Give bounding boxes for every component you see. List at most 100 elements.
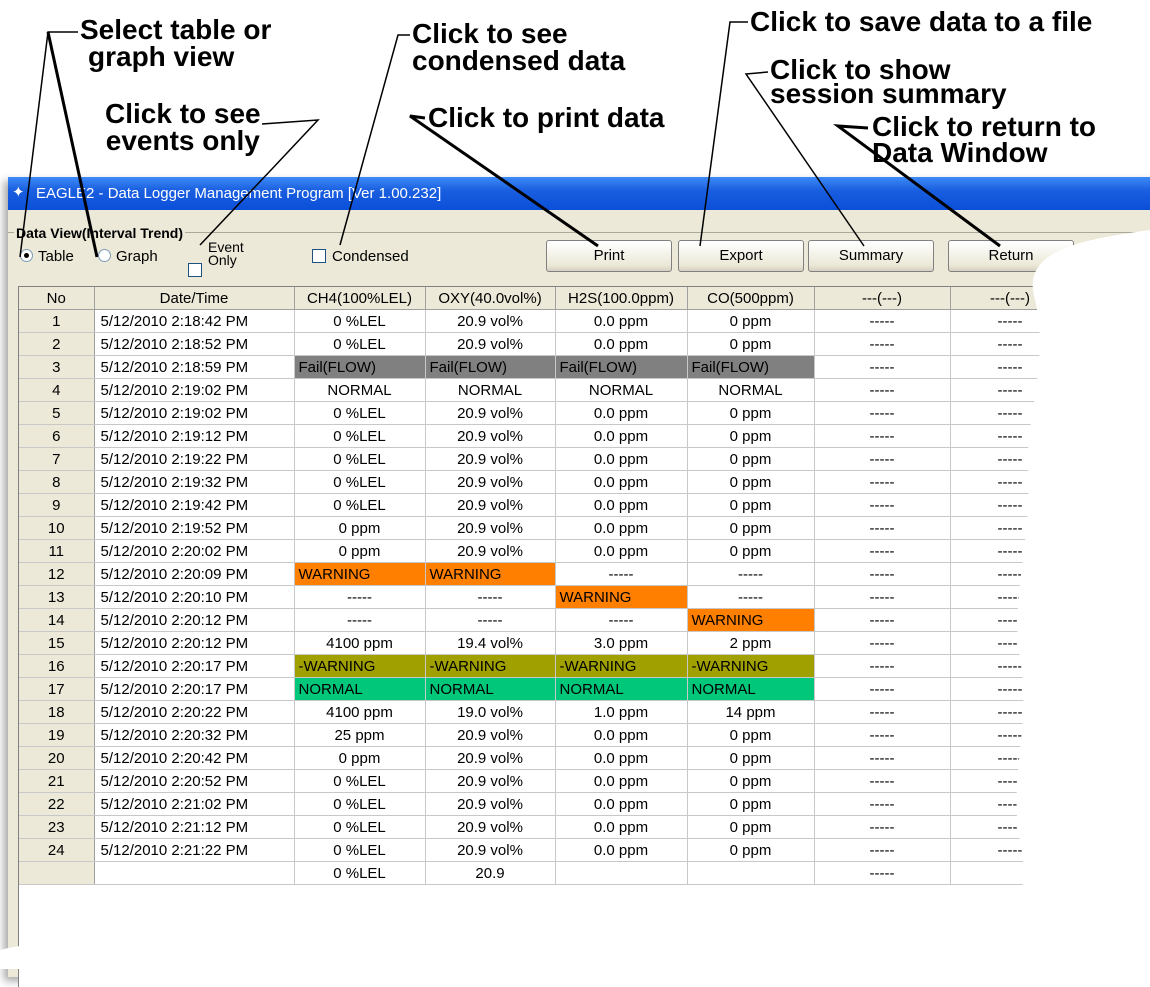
reading-cell: 0 %LEL	[294, 424, 426, 448]
table-row[interactable]: 16 5/12/2010 2:20:17 PM -WARNING -WARNING -W…	[19, 654, 1071, 678]
table-row[interactable]: 11 5/12/2010 2:20:02 PM 0 ppm 20.9 vol% 0.0 …	[19, 539, 1071, 563]
reading-cell: -----	[814, 746, 951, 770]
row-number-cell: 15	[19, 631, 95, 655]
reading-cell: 20.9 vol%	[425, 815, 556, 839]
reading-cell: 20.9 vol%	[425, 746, 556, 770]
callout-print: Click to print data	[428, 102, 665, 133]
reading-cell: -----	[425, 608, 556, 632]
print-button[interactable]: Print	[546, 240, 672, 272]
reading-cell: -----	[814, 815, 951, 839]
reading-cell: 0 %LEL	[294, 769, 426, 793]
reading-cell: 4100 ppm	[294, 700, 426, 724]
table-row[interactable]: 22 5/12/2010 2:21:02 PM 0 %LEL 20.9 vol% 0.0…	[19, 792, 1071, 816]
column-header[interactable]: ---(---)	[950, 287, 1071, 310]
column-header[interactable]: CH4(100%LEL)	[294, 287, 426, 310]
table-row[interactable]: 2 5/12/2010 2:18:52 PM 0 %LEL 20.9 vol% 0.0 …	[19, 332, 1071, 356]
reading-cell: -----	[814, 355, 951, 379]
callout-line: Click to save data to a file	[750, 6, 1093, 37]
condensed-checkbox[interactable]: Condensed	[312, 248, 409, 265]
table-row[interactable]: 23 5/12/2010 2:21:12 PM 0 %LEL 20.9 vol% 0.0…	[19, 815, 1071, 839]
table-radio[interactable]: Table	[20, 248, 74, 265]
callout-line: Click to print data	[428, 102, 665, 133]
event-only-checkbox[interactable]: Event Only	[188, 240, 244, 277]
reading-cell: 20.9 vol%	[425, 470, 556, 494]
table-row[interactable]: 7 5/12/2010 2:19:22 PM 0 %LEL 20.9 vol% 0.0 …	[19, 447, 1071, 471]
datetime-cell: 5/12/2010 2:21:02 PM	[94, 792, 295, 816]
title-bar[interactable]: ✦ EAGLE2 - Data Logger Management Progra…	[8, 177, 1150, 210]
callout-line: session summary	[770, 78, 1007, 109]
reading-cell	[687, 861, 815, 885]
reading-cell: 0 %LEL	[294, 792, 426, 816]
reading-cell: 0 ppm	[687, 493, 815, 517]
row-number-cell: 3	[19, 355, 95, 379]
reading-cell: 20.9 vol%	[425, 447, 556, 471]
callout-line: condensed data	[412, 45, 626, 76]
table-row[interactable]: 5 5/12/2010 2:19:02 PM 0 %LEL 20.9 vol% 0.0 …	[19, 401, 1071, 425]
reading-cell: 0 %LEL	[294, 470, 426, 494]
reading-cell: -----	[814, 539, 951, 563]
return-button[interactable]: Return	[948, 240, 1074, 272]
table-row[interactable]: 20 5/12/2010 2:20:42 PM 0 ppm 20.9 vol% 0.0 …	[19, 746, 1071, 770]
reading-cell: -----	[950, 838, 1071, 862]
reading-cell: 20.9 vol%	[425, 424, 556, 448]
table-row[interactable]: 14 5/12/2010 2:20:12 PM ----- ----- ----- WAR…	[19, 608, 1071, 632]
row-number-cell: 2	[19, 332, 95, 356]
summary-button[interactable]: Summary	[808, 240, 934, 272]
reading-cell: -----	[294, 608, 426, 632]
datetime-cell: 5/12/2010 2:20:22 PM	[94, 700, 295, 724]
table-row[interactable]: 8 5/12/2010 2:19:32 PM 0 %LEL 20.9 vol% 0.0 …	[19, 470, 1071, 494]
reading-cell: -----	[950, 608, 1071, 632]
reading-cell: 0 ppm	[687, 746, 815, 770]
reading-cell: 20.9 vol%	[425, 723, 556, 747]
reading-cell: -----	[814, 401, 951, 425]
table-row[interactable]: 15 5/12/2010 2:20:12 PM 4100 ppm 19.4 vol% 3…	[19, 631, 1071, 655]
reading-cell: 0 %LEL	[294, 493, 426, 517]
column-header[interactable]: No	[19, 287, 95, 310]
table-row[interactable]: 9 5/12/2010 2:19:42 PM 0 %LEL 20.9 vol% 0.0 …	[19, 493, 1071, 517]
callout-line: Data Window	[872, 137, 1048, 168]
reading-cell: 0 ppm	[687, 838, 815, 862]
datetime-cell: 5/12/2010 2:19:02 PM	[94, 378, 295, 402]
column-header[interactable]: ---(---)	[814, 287, 951, 310]
graph-radio[interactable]: Graph	[98, 248, 158, 265]
column-header[interactable]: OXY(40.0vol%)	[425, 287, 556, 310]
reading-cell	[950, 861, 1071, 885]
datetime-cell: 5/12/2010 2:20:02 PM	[94, 539, 295, 563]
reading-cell: -----	[814, 838, 951, 862]
table-row[interactable]: 10 5/12/2010 2:19:52 PM 0 ppm 20.9 vol% 0.0 …	[19, 516, 1071, 540]
table-row[interactable]: 6 5/12/2010 2:19:12 PM 0 %LEL 20.9 vol% 0.0 …	[19, 424, 1071, 448]
reading-cell: 0 ppm	[687, 769, 815, 793]
eagle-app-icon: ✦	[12, 184, 25, 201]
datetime-cell: 5/12/2010 2:20:17 PM	[94, 654, 295, 678]
column-header[interactable]: Date/Time	[94, 287, 295, 310]
radio-checked-icon	[20, 249, 33, 262]
table-row[interactable]: 21 5/12/2010 2:20:52 PM 0 %LEL 20.9 vol% 0.0…	[19, 769, 1071, 793]
column-header[interactable]: CO(500ppm)	[687, 287, 815, 310]
reading-cell: -----	[814, 723, 951, 747]
table-row[interactable]: 3 5/12/2010 2:18:59 PM Fail(FLOW) Fail(FLOW…	[19, 355, 1071, 379]
callout-select-view: Select table or graph view	[80, 16, 271, 71]
reading-cell: 19.0 vol%	[425, 700, 556, 724]
reading-cell: 4100 ppm	[294, 631, 426, 655]
reading-cell: 0 %LEL	[294, 838, 426, 862]
table-row[interactable]: 12 5/12/2010 2:20:09 PM WARNING WARNING ----…	[19, 562, 1071, 586]
export-button[interactable]: Export	[678, 240, 804, 272]
table-row[interactable]: 1 5/12/2010 2:18:42 PM 0 %LEL 20.9 vol% 0.0 …	[19, 309, 1071, 333]
reading-cell: -----	[950, 723, 1071, 747]
table-row[interactable]: 19 5/12/2010 2:20:32 PM 25 ppm 20.9 vol% 0.0…	[19, 723, 1071, 747]
table-row[interactable]: 18 5/12/2010 2:20:22 PM 4100 ppm 19.0 vol% 1…	[19, 700, 1071, 724]
table-row[interactable]: 17 5/12/2010 2:20:17 PM NORMAL NORMAL NORMAL…	[19, 677, 1071, 701]
reading-cell: -----	[814, 516, 951, 540]
radio-unchecked-icon	[98, 249, 111, 262]
table-row[interactable]: 4 5/12/2010 2:19:02 PM NORMAL NORMAL NORMAL N…	[19, 378, 1071, 402]
reading-cell: -----	[814, 378, 951, 402]
table-row[interactable]: 24 5/12/2010 2:21:22 PM 0 %LEL 20.9 vol% 0.0…	[19, 838, 1071, 862]
reading-cell: 0 %LEL	[294, 332, 426, 356]
reading-cell: NORMAL	[555, 378, 688, 402]
reading-cell: 2 ppm	[687, 631, 815, 655]
datetime-cell: 5/12/2010 2:19:32 PM	[94, 470, 295, 494]
table-row[interactable]: 0 %LEL 20.9 -----	[19, 861, 1071, 885]
table-row[interactable]: 13 5/12/2010 2:20:10 PM ----- ----- WARNING -…	[19, 585, 1071, 609]
reading-cell: 20.9 vol%	[425, 332, 556, 356]
column-header[interactable]: H2S(100.0ppm)	[555, 287, 688, 310]
